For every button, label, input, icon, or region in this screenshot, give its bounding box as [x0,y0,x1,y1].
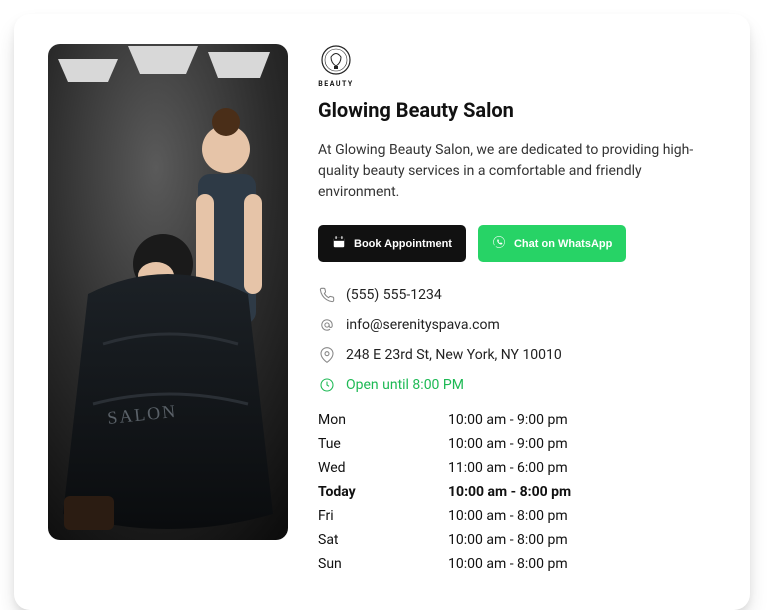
calendar-icon [332,235,346,252]
phone-text: (555) 555-1234 [346,287,442,303]
action-buttons: Book Appointment Chat on WhatsApp [318,225,714,262]
brand-logo: BEAUTY [318,44,354,90]
book-button-label: Book Appointment [354,238,452,250]
hours-time: 11:00 am - 6:00 pm [448,460,568,476]
hours-row: Sat10:00 am - 8:00 pm [318,532,714,548]
hours-row: Today10:00 am - 8:00 pm [318,484,714,500]
at-icon [318,316,336,334]
whatsapp-button[interactable]: Chat on WhatsApp [478,225,626,262]
hours-time: 10:00 am - 8:00 pm [448,508,568,524]
hours-time: 10:00 am - 9:00 pm [448,436,568,452]
email-text: info@serenityspava.com [346,317,500,333]
book-appointment-button[interactable]: Book Appointment [318,225,466,262]
business-card: SALON BEAUTY Glowing Beauty Salon At Glo… [14,14,750,610]
hours-row: Fri10:00 am - 8:00 pm [318,508,714,524]
address-row[interactable]: 248 E 23rd St, New York, NY 10010 [318,346,714,364]
map-pin-icon [318,346,336,364]
status-text: Open until 8:00 PM [346,377,464,393]
hours-row: Mon10:00 am - 9:00 pm [318,412,714,428]
hours-table: Mon10:00 am - 9:00 pmTue10:00 am - 9:00 … [318,412,714,572]
whatsapp-button-label: Chat on WhatsApp [514,238,612,250]
hours-time: 10:00 am - 8:00 pm [448,484,571,500]
hours-row: Tue10:00 am - 9:00 pm [318,436,714,452]
content: BEAUTY Glowing Beauty Salon At Glowing B… [318,44,714,580]
address-text: 248 E 23rd St, New York, NY 10010 [346,347,562,363]
hours-day: Fri [318,508,448,524]
hours-time: 10:00 am - 8:00 pm [448,556,568,572]
hero-image: SALON [48,44,288,540]
hours-row: Wed11:00 am - 6:00 pm [318,460,714,476]
hours-day: Mon [318,412,448,428]
email-row[interactable]: info@serenityspava.com [318,316,714,334]
hours-day: Tue [318,436,448,452]
svg-text:BEAUTY: BEAUTY [318,80,353,88]
contact-info: (555) 555-1234 info@serenityspava.com 24… [318,286,714,394]
business-title: Glowing Beauty Salon [318,98,714,122]
open-status-row: Open until 8:00 PM [318,376,714,394]
hours-row: Sun10:00 am - 8:00 pm [318,556,714,572]
hours-time: 10:00 am - 9:00 pm [448,412,568,428]
hours-day: Sun [318,556,448,572]
whatsapp-icon [492,235,506,252]
hours-day: Sat [318,532,448,548]
hours-day: Today [318,484,448,500]
business-description: At Glowing Beauty Salon, we are dedicate… [318,140,714,203]
clock-icon [318,376,336,394]
hours-time: 10:00 am - 8:00 pm [448,532,568,548]
phone-row[interactable]: (555) 555-1234 [318,286,714,304]
phone-icon [318,286,336,304]
hours-day: Wed [318,460,448,476]
